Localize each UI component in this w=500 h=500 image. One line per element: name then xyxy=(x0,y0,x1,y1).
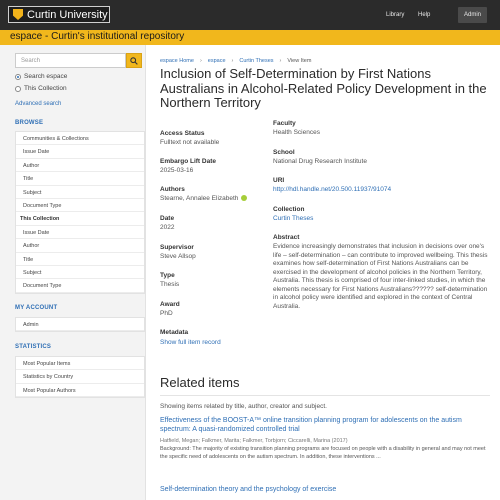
collection-subject[interactable]: Subject xyxy=(16,266,144,280)
related-item-title[interactable]: Self-determination theory and the psycho… xyxy=(160,485,490,494)
repository-banner: espace - Curtin's institutional reposito… xyxy=(0,30,500,45)
uri-field: URI http://hdl.handle.net/20.500.11937/9… xyxy=(273,177,473,195)
orcid-icon[interactable] xyxy=(241,195,248,202)
stats-most-popular-authors[interactable]: Most Popular Authors xyxy=(16,384,144,398)
browse-author[interactable]: Author xyxy=(16,159,144,173)
collection-title[interactable]: Title xyxy=(16,253,144,266)
collection-field: Collection Curtin Theses xyxy=(273,206,473,224)
school-label: School xyxy=(273,149,295,156)
award-field: Award PhD xyxy=(160,301,270,319)
abstract-field: Abstract Evidence increasingly demonstra… xyxy=(273,234,493,311)
embargo-label: Embargo Lift Date xyxy=(160,158,216,165)
browse-subject[interactable]: Subject xyxy=(16,186,144,199)
metadata-field: Metadata xyxy=(160,329,270,336)
embargo-value: 2025-03-16 xyxy=(160,167,194,174)
award-value: PhD xyxy=(160,310,173,317)
browse-heading: BROWSE xyxy=(15,120,44,126)
type-field: Type Thesis xyxy=(160,272,270,290)
account-admin[interactable]: Admin xyxy=(16,318,144,332)
uri-label: URI xyxy=(273,177,285,184)
collection-link[interactable]: Curtin Theses xyxy=(273,215,473,224)
search-input[interactable]: Search xyxy=(15,53,126,68)
divider xyxy=(160,395,490,396)
crest-icon xyxy=(13,9,23,20)
nav-library-link[interactable]: Library xyxy=(386,0,404,30)
show-full-record-link[interactable]: Show full item record xyxy=(160,339,221,346)
chevron-right-icon: › xyxy=(199,58,202,64)
breadcrumb-curtin-theses[interactable]: Curtin Theses xyxy=(239,58,273,64)
browse-issue-date[interactable]: Issue Date xyxy=(16,145,144,159)
logo-text: Curtin University xyxy=(27,8,108,21)
type-label: Type xyxy=(160,272,175,279)
my-account-heading: MY ACCOUNT xyxy=(15,305,58,311)
access-status-value: Fulltext not available xyxy=(160,139,220,146)
award-label: Award xyxy=(160,301,180,308)
scope-collection-radio[interactable]: This Collection xyxy=(15,85,145,92)
scope-collection-label: This Collection xyxy=(24,85,67,92)
collection-issue-date[interactable]: Issue Date xyxy=(16,226,144,240)
author-value[interactable]: Stearne, Annalee Elizabeth xyxy=(160,195,238,202)
scope-espace-radio[interactable]: Search espace xyxy=(15,73,145,80)
top-bar: Curtin University Library Help Admin xyxy=(0,0,500,30)
this-collection-heading: This Collection xyxy=(16,212,144,226)
browse-list: Communities & Collections Issue Date Aut… xyxy=(15,131,145,294)
related-item-title[interactable]: Effectiveness of the BOOST-A™ online tra… xyxy=(160,416,490,434)
faculty-field: Faculty Health Sciences xyxy=(273,120,473,138)
nav-help-link[interactable]: Help xyxy=(418,0,430,30)
authors-field: Authors Stearne, Annalee Elizabeth xyxy=(160,186,270,204)
item-title: Inclusion of Self-Determination by First… xyxy=(160,66,487,110)
abstract-text: Evidence increasingly demonstrates that … xyxy=(273,243,488,310)
date-value: 2022 xyxy=(160,224,175,231)
access-status-field: Access Status Fulltext not available xyxy=(160,130,270,148)
browse-title[interactable]: Title xyxy=(16,172,144,186)
related-item-description: Background: The majority of existing tra… xyxy=(160,446,486,460)
stats-most-popular-items[interactable]: Most Popular Items xyxy=(16,357,144,371)
metadata-label: Metadata xyxy=(160,329,189,336)
supervisor-label: Supervisor xyxy=(160,244,194,251)
collection-document-type[interactable]: Document Type xyxy=(16,279,144,293)
authors-label: Authors xyxy=(160,186,185,193)
search-icon xyxy=(130,56,138,65)
stats-by-country[interactable]: Statistics by Country xyxy=(16,370,144,384)
supervisor-field: Supervisor Steve Allsop xyxy=(160,244,270,262)
scope-espace-label: Search espace xyxy=(24,73,68,80)
type-value: Thesis xyxy=(160,281,180,288)
statistics-heading: STATISTICS xyxy=(15,344,52,350)
account-list: Admin xyxy=(15,317,145,333)
search-button[interactable] xyxy=(126,53,142,68)
access-status-label: Access Status xyxy=(160,130,205,137)
statistics-list: Most Popular Items Statistics by Country… xyxy=(15,356,145,399)
collection-label: Collection xyxy=(273,206,305,213)
supervisor-value: Steve Allsop xyxy=(160,253,196,260)
related-item-authors: Hatfield, Megan; Falkmer, Marita; Falkme… xyxy=(160,438,348,444)
breadcrumb-espace-home[interactable]: espace Home xyxy=(160,58,194,64)
curtin-logo[interactable]: Curtin University xyxy=(8,6,110,23)
related-items-heading: Related items xyxy=(160,375,240,390)
abstract-label: Abstract xyxy=(273,234,300,241)
collection-author[interactable]: Author xyxy=(16,239,144,253)
radio-unselected-icon xyxy=(15,85,21,92)
uri-link[interactable]: http://hdl.handle.net/20.500.11937/91074 xyxy=(273,186,473,195)
faculty-value: Health Sciences xyxy=(273,129,320,136)
radio-selected-icon xyxy=(15,73,21,80)
advanced-search-link[interactable]: Advanced search xyxy=(15,101,61,107)
nav-admin-button[interactable]: Admin xyxy=(458,7,488,23)
faculty-label: Faculty xyxy=(273,120,296,127)
chevron-right-icon: › xyxy=(231,58,234,64)
related-items-subheading: Showing items related by title, author, … xyxy=(160,403,327,410)
school-field: School National Drug Research Institute xyxy=(273,149,473,167)
date-label: Date xyxy=(160,215,175,222)
browse-communities[interactable]: Communities & Collections xyxy=(16,132,144,146)
breadcrumb: espace Home › espace › Curtin Theses › V… xyxy=(160,58,311,64)
date-field: Date 2022 xyxy=(160,215,270,233)
chevron-right-icon: › xyxy=(279,58,282,64)
breadcrumb-espace[interactable]: espace xyxy=(208,58,226,64)
embargo-field: Embargo Lift Date 2025-03-16 xyxy=(160,158,270,176)
repository-title[interactable]: espace - Curtin's institutional reposito… xyxy=(10,31,184,42)
browse-document-type[interactable]: Document Type xyxy=(16,199,144,213)
school-value: National Drug Research Institute xyxy=(273,158,367,165)
breadcrumb-current: View Item xyxy=(287,58,312,64)
